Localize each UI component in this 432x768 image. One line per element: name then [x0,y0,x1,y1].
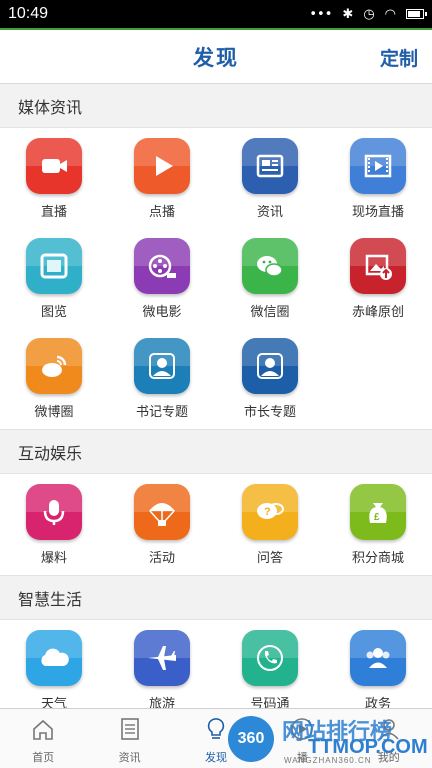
app-root: 10:49 ••• ✱ ◷ ◠ 发现 定制 媒体资讯 直播 点播 资讯 现场直播 图览微… [0,0,432,768]
nav-tab-1[interactable]: 资讯 [86,709,172,768]
grid-item-0-7[interactable]: 赤峰原创 [324,228,432,328]
grid-item-2-3[interactable]: 政务 [324,620,432,720]
grid-item-0-2[interactable]: 资讯 [216,128,324,228]
grid-item-1-1[interactable]: 活动 [108,474,216,574]
grid-item-label: 问答 [256,551,283,566]
grid-item-label: 微电影 [142,305,182,320]
film-reel-icon [134,238,190,294]
grid-item-label: 直播 [40,205,67,220]
app-header: 发现 定制 [0,30,432,84]
status-icons: ••• ✱ ◷ ◠ [309,6,427,22]
microphone-icon [26,484,82,540]
grid-item-label: 积分商城 [351,551,404,566]
picture-icon [26,238,82,294]
grid-item-0-3[interactable]: 现场直播 [324,128,432,228]
nav-tab-label: 我的 [377,751,400,764]
grid-item-1-0[interactable]: 爆料 [0,474,108,574]
money-bag-icon: £ [350,484,406,540]
grid-item-0-9[interactable]: 书记专题 [108,328,216,428]
grid-item-0-4[interactable]: 图览 [0,228,108,328]
nav-tab-label: 播 [296,751,308,764]
grid-item-0-5[interactable]: 微电影 [108,228,216,328]
grid-item-label: 书记专题 [135,405,188,420]
section-title-life: 智慧生活 [0,576,432,620]
newspaper-icon [242,138,298,194]
battery-icon [406,9,427,19]
nav-tab-label: 发现 [204,751,227,764]
grid-item-1-2[interactable]: ? 问答 [216,474,324,574]
grid-item-1-3[interactable]: £ 积分商城 [324,474,432,574]
chat-question-icon: ? [242,484,298,540]
grid-item-2-2[interactable]: 号码通 [216,620,324,720]
phone-icon [242,630,298,686]
section-title-interactive: 互动娱乐 [0,430,432,474]
alarm-icon: ◷ [363,6,375,22]
customize-button[interactable]: 定制 [380,44,418,71]
grid-item-0-8[interactable]: 微博圈 [0,328,108,428]
grid-item-label: 现场直播 [351,205,404,220]
grid-item-0-0[interactable]: 直播 [0,128,108,228]
image-upload-icon [350,238,406,294]
airplane-icon [134,630,190,686]
grid-item-0-10[interactable]: 市长专题 [216,328,324,428]
nav-tab-2[interactable]: 发现 [173,709,259,768]
grid-item-2-0[interactable]: 天气 [0,620,108,720]
user-icon [376,716,402,746]
bluetooth-icon: ✱ [342,6,354,22]
person-icon [242,338,298,394]
svg-text:?: ? [264,506,271,518]
grid-item-label: 赤峰原创 [351,305,404,320]
grid-item-0-6[interactable]: 微信圈 [216,228,324,328]
weibo-icon [26,338,82,394]
play-circle-icon [289,716,315,746]
nav-tab-4[interactable]: 我的 [346,709,432,768]
person-icon [134,338,190,394]
status-bar: 10:49 ••• ✱ ◷ ◠ [0,0,432,30]
cloud-icon [26,630,82,686]
grid-item-label: 活动 [148,551,175,566]
grid-item-label: 市长专题 [243,405,296,420]
film-screen-icon [350,138,406,194]
section-grid-interactive: 爆料 活动? 问答 £ 积分商城 [0,474,432,576]
home-icon [30,716,56,746]
grid-item-label: 微博圈 [34,405,74,420]
bottom-nav: 首页 资讯 发现 播 我的 [0,708,432,768]
grid-item-2-1[interactable]: 旅游 [108,620,216,720]
section-title-media: 媒体资讯 [0,84,432,128]
parachute-icon [134,484,190,540]
video-camera-icon [26,138,82,194]
grid-item-label: 图览 [40,305,67,320]
document-icon [117,716,143,746]
nav-tab-3[interactable]: 播 [259,709,345,768]
grid-item-label: 爆料 [40,551,67,566]
grid-item-0-1[interactable]: 点播 [108,128,216,228]
nav-tab-0[interactable]: 首页 [0,709,86,768]
lightbulb-icon [203,716,229,746]
section-grid-media: 直播 点播 资讯 现场直播图览 微电影 微信圈 赤峰原创微博圈 书记专题 市长专题 [0,128,432,430]
page-title: 发现 [193,45,239,70]
wechat-icon [242,238,298,294]
grid-item-label: 资讯 [256,205,283,220]
nav-tab-label: 首页 [32,751,55,764]
section-grid-life: 天气 旅游 号码通 政务 [0,620,432,712]
status-time: 10:49 [8,5,49,22]
grid-item-label: 微信圈 [250,305,290,320]
nav-tab-label: 资讯 [118,751,141,764]
grid-item-label: 点播 [148,205,175,220]
play-icon [134,138,190,194]
group-icon [350,630,406,686]
more-dots-icon: ••• [309,6,333,22]
svg-text:£: £ [374,512,380,523]
wifi-icon: ◠ [384,6,396,22]
